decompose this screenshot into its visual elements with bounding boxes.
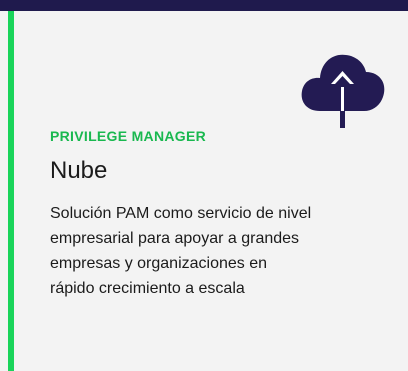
product-title: Nube xyxy=(50,157,108,184)
card-accent-bar xyxy=(8,11,14,371)
product-card: PRIVILEGE MANAGER Nube Solución PAM como… xyxy=(0,11,408,371)
description-line: empresarial para apoyar a grandes xyxy=(50,230,300,247)
description-line: Solución PAM como servicio de nivel xyxy=(50,205,312,222)
description-line: rápido crecimiento a escala xyxy=(50,280,245,297)
description-line: empresas y organizaciones en xyxy=(50,255,268,272)
cloud-upload-icon xyxy=(301,54,385,128)
product-description: Solución PAM como servicio de nivel empr… xyxy=(50,201,390,301)
product-eyebrow: PRIVILEGE MANAGER xyxy=(50,128,207,144)
